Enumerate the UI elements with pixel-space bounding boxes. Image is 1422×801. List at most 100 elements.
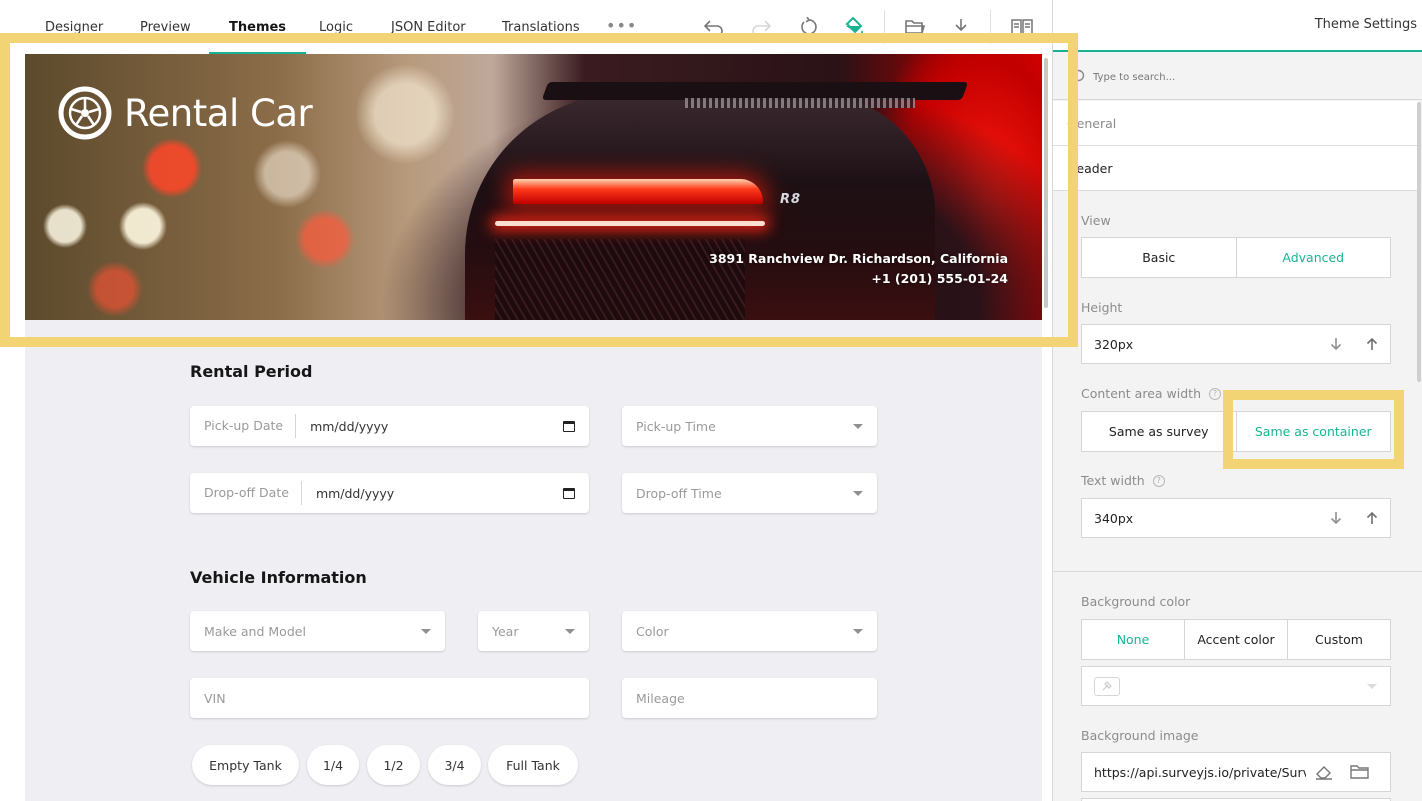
increase-arrow-icon[interactable] (1354, 499, 1390, 537)
decrease-arrow-icon[interactable] (1318, 325, 1354, 363)
survey-title: Rental Car (124, 91, 313, 135)
top-toolbar: Designer Preview Themes Logic JSON Edito… (0, 0, 1052, 54)
text-width-input[interactable]: 340px (1081, 498, 1391, 538)
theme-settings-panel: Theme Settings General Header View Basic… (1052, 0, 1422, 801)
background-color-label-text: Background color (1081, 594, 1191, 609)
category-header[interactable]: Header (1053, 146, 1419, 191)
make-model-dropdown[interactable]: Make and Model (190, 611, 445, 651)
dropoff-date-field[interactable]: Drop-off Date mm/dd/yyyy (190, 473, 589, 513)
theme-paint-icon[interactable] (842, 15, 866, 39)
chevron-down-icon (421, 628, 431, 634)
dropoff-time-dropdown[interactable]: Drop-off Time (622, 473, 877, 513)
chevron-down-icon (853, 490, 863, 496)
more-tabs-button[interactable]: ••• (606, 18, 636, 38)
tab-designer[interactable]: Designer (45, 0, 103, 54)
search-icon (1070, 69, 1085, 84)
mileage-placeholder: Mileage (636, 690, 685, 706)
settings-search (1053, 54, 1422, 100)
color-swatch[interactable] (1094, 676, 1354, 696)
bg-none-button[interactable]: None (1082, 620, 1185, 659)
panel-title-rental-period: Rental Period (190, 362, 313, 381)
settings-search-input[interactable] (1093, 68, 1393, 86)
pickup-time-dropdown[interactable]: Pick-up Time (622, 406, 877, 446)
toolbar-divider (990, 10, 991, 44)
view-toggle: Basic Advanced (1081, 237, 1391, 278)
chevron-down-icon[interactable] (1354, 667, 1390, 705)
chevron-down-icon (853, 628, 863, 634)
year-dropdown[interactable]: Year (478, 611, 589, 651)
tab-preview[interactable]: Preview (140, 0, 191, 54)
dropoff-date-label: Drop-off Date (204, 481, 302, 505)
text-width-value[interactable]: 340px (1094, 511, 1318, 526)
same-as-container-button[interactable]: Same as container (1237, 412, 1391, 451)
height-label: Height (1081, 300, 1122, 315)
dropoff-date-input[interactable]: mm/dd/yyyy (302, 486, 563, 501)
bg-custom-button[interactable]: Custom (1288, 620, 1390, 659)
background-image-url[interactable]: https://api.surveyjs.io/private/Surv (1094, 765, 1306, 780)
background-image-input[interactable]: https://api.surveyjs.io/private/Surv (1081, 752, 1391, 792)
color-placeholder: Color (636, 623, 669, 639)
dropper-icon[interactable] (1094, 676, 1120, 696)
settings-scrollbar[interactable] (1417, 102, 1421, 382)
survey-description: 3891 Ranchview Dr. Richardson, Californi… (709, 249, 1008, 289)
undo-icon[interactable] (702, 15, 726, 39)
color-dropdown[interactable]: Color (622, 611, 877, 651)
background-color-toggle: None Accent color Custom (1081, 619, 1391, 660)
background-image-label-text: Background image (1081, 728, 1199, 743)
decrease-arrow-icon[interactable] (1318, 499, 1354, 537)
tab-translations[interactable]: Translations (502, 0, 580, 54)
calendar-icon[interactable] (563, 487, 575, 499)
height-input[interactable]: 320px (1081, 324, 1391, 364)
redo-icon[interactable] (749, 15, 773, 39)
height-label-text: Height (1081, 300, 1123, 315)
pickup-date-input[interactable]: mm/dd/yyyy (296, 419, 563, 434)
panel-title-vehicle-information: Vehicle Information (190, 568, 367, 587)
toolbar-divider (884, 10, 885, 44)
download-icon[interactable] (949, 15, 973, 39)
view-basic-button[interactable]: Basic (1082, 238, 1237, 277)
bg-accent-color-button[interactable]: Accent color (1185, 620, 1288, 659)
height-value[interactable]: 320px (1094, 337, 1318, 352)
canvas-scrollbar[interactable] (1044, 58, 1048, 308)
open-folder-icon[interactable] (903, 15, 927, 39)
survey-phone: +1 (201) 555-01-24 (871, 271, 1008, 286)
fuel-option-three-quarters[interactable]: 3/4 (428, 745, 481, 785)
content-area-width-label-text: Content area width (1081, 386, 1201, 401)
chevron-down-icon (853, 423, 863, 429)
vin-placeholder: VIN (204, 690, 226, 706)
header-car-badge: R8 (780, 192, 802, 207)
background-image-label: Background image (1081, 728, 1198, 743)
vin-input[interactable]: VIN (190, 678, 589, 718)
mileage-input[interactable]: Mileage (622, 678, 877, 718)
docs-book-icon[interactable] (1010, 15, 1034, 39)
increase-arrow-icon[interactable] (1354, 325, 1390, 363)
header-car-taillight (513, 179, 763, 204)
text-width-label-text: Text width (1081, 473, 1145, 488)
survey-header: R8 Rental Car 3891 Ranchview Dr. Richard… (25, 54, 1042, 320)
tab-themes[interactable]: Themes (208, 0, 307, 54)
help-icon[interactable]: ? (1152, 474, 1165, 487)
calendar-icon[interactable] (563, 420, 575, 432)
view-label: View (1081, 213, 1111, 228)
background-color-label: Background color (1081, 594, 1190, 609)
background-color-picker[interactable] (1081, 666, 1391, 706)
fuel-option-quarter[interactable]: 1/4 (307, 745, 359, 785)
tab-logic[interactable]: Logic (319, 0, 353, 54)
tab-json-editor[interactable]: JSON Editor (391, 0, 466, 54)
help-icon[interactable]: ? (1209, 387, 1221, 400)
fuel-option-half[interactable]: 1/2 (367, 745, 420, 785)
fuel-option-empty[interactable]: Empty Tank (192, 745, 299, 785)
survey-logo: Rental Car (58, 86, 313, 140)
choose-file-folder-icon[interactable] (1342, 753, 1378, 791)
theme-preview-canvas: R8 Rental Car 3891 Ranchview Dr. Richard… (0, 54, 1052, 801)
reset-icon[interactable] (796, 15, 820, 39)
pickup-date-field[interactable]: Pick-up Date mm/dd/yyyy (190, 406, 589, 446)
survey-address: 3891 Ranchview Dr. Richardson, Californi… (709, 251, 1008, 266)
header-car-grille (685, 98, 915, 108)
view-label-text: View (1081, 213, 1111, 228)
view-advanced-button[interactable]: Advanced (1237, 238, 1391, 277)
fuel-option-full[interactable]: Full Tank (488, 745, 578, 785)
same-as-survey-button[interactable]: Same as survey (1082, 412, 1237, 451)
eraser-icon[interactable] (1306, 753, 1342, 791)
category-general[interactable]: General (1053, 101, 1419, 146)
